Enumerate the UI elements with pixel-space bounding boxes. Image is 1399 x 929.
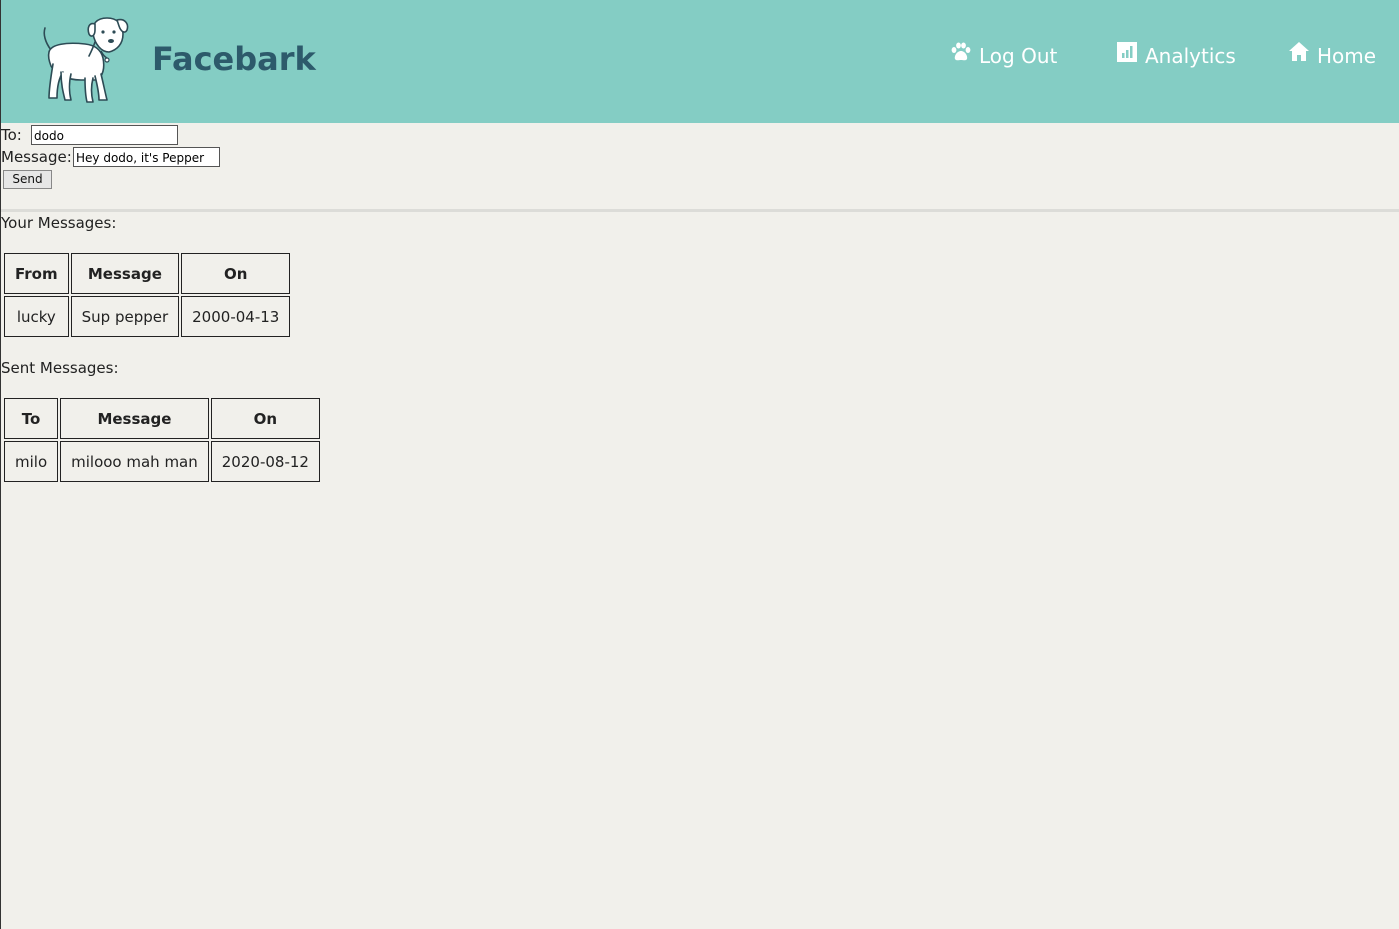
to-input[interactable]: dodo [31,125,178,145]
bar-chart-icon [1117,42,1137,62]
column-header: Message [70,253,180,294]
table-header-row: From Message On [4,253,291,294]
to-row: To: dodo [1,124,178,146]
to-label: To: [1,126,22,144]
column-header: On [181,253,291,294]
brand-title[interactable]: Facebark [152,40,316,78]
column-header: From [4,253,69,294]
dog-logo [43,17,129,103]
nav-analytics[interactable]: Analytics [1115,40,1236,72]
table-row: lucky Sup pepper 2000-04-13 [4,296,291,337]
table-header-row: To Message On [4,398,320,439]
table-cell: milooo mah man [60,441,209,482]
page: Facebark Log Out Analytics Home To: dodo… [0,0,1399,929]
table-cell: 2000-04-13 [181,296,291,337]
column-header: On [210,398,320,439]
nav-home-label: Home [1317,44,1377,68]
column-header: Message [60,398,209,439]
divider [1,209,1399,212]
sent-messages-title: Sent Messages: [1,359,119,377]
send-button[interactable]: Send [3,170,52,189]
table-cell: lucky [4,296,69,337]
message-row: Message: Hey dodo, it's Pepper [1,146,220,168]
paw-icon [951,42,971,61]
nav-logout[interactable]: Log Out [949,40,1057,72]
table-cell: Sup pepper [70,296,180,337]
nav-analytics-label: Analytics [1145,44,1236,68]
received-messages-table: From Message On lucky Sup pepper 2000-04… [2,251,292,339]
table-cell: 2020-08-12 [210,441,320,482]
column-header: To [4,398,59,439]
your-messages-title: Your Messages: [1,214,117,232]
table-cell: milo [4,441,59,482]
header-bar: Facebark Log Out Analytics Home [1,0,1399,123]
message-input[interactable]: Hey dodo, it's Pepper [73,147,220,167]
message-label: Message: [1,148,72,166]
home-icon [1289,42,1309,61]
nav-home[interactable]: Home [1287,40,1376,72]
sent-messages-table: To Message On milo milooo mah man 2020-0… [2,396,322,484]
nav-logout-label: Log Out [979,44,1058,68]
table-row: milo milooo mah man 2020-08-12 [4,441,320,482]
